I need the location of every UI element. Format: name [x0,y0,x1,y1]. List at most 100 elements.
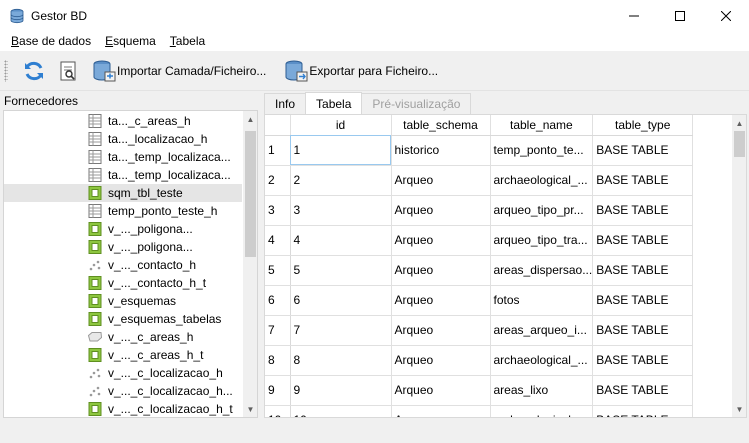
table-row[interactable]: 1 1 historico temp_ponto_te... BASE TABLE [265,135,694,166]
cell-table-name[interactable]: temp_ponto_te... [490,135,594,166]
import-layer-button[interactable]: Importar Camada/Ficheiro... [90,56,268,86]
cell-table-type[interactable]: BASE TABLE [592,195,694,226]
corner-header[interactable] [265,115,291,136]
cell-id[interactable]: 1 [290,135,392,166]
export-file-button[interactable]: Exportar para Ficheiro... [282,56,440,86]
cell-id[interactable]: 9 [290,375,392,406]
cell-id[interactable]: 5 [290,255,392,286]
cell-table-name[interactable]: areas_lixo [490,375,594,406]
row-number[interactable]: 4 [265,225,291,256]
cell-table-schema[interactable]: Arqueo [391,195,491,226]
tree-item[interactable]: v_..._contacto_h [4,256,242,274]
tree-item[interactable]: v_esquemas [4,292,242,310]
table-row[interactable]: 5 5 Arqueo areas_dispersao... BASE TABLE [265,255,694,286]
toolbar-grip[interactable] [4,59,8,82]
tree-item[interactable]: v_..._poligona... [4,238,242,256]
table-scrollbar-thumb[interactable] [734,131,745,157]
row-number[interactable]: 7 [265,315,291,346]
table-scrollbar[interactable]: ▲ ▼ [732,115,746,417]
tree-item-selected[interactable]: sqm_tbl_teste [4,184,242,202]
row-number[interactable]: 5 [265,255,291,286]
cell-table-name[interactable]: arqueo_tipo_tra... [490,225,594,256]
cell-table-schema[interactable]: Arqueo [391,345,491,376]
cell-table-name[interactable]: fotos [490,285,594,316]
tree-scrollbar-thumb[interactable] [245,131,256,257]
table-row[interactable]: 8 8 Arqueo archaeological_... BASE TABLE [265,345,694,376]
cell-table-type[interactable]: BASE TABLE [592,345,694,376]
scroll-up-icon[interactable]: ▲ [732,115,746,131]
cell-id[interactable]: 2 [290,165,392,196]
tree-item[interactable]: v_..._c_localizacao_h_t [4,400,242,417]
tree-item[interactable]: v_..._contacto_h_t [4,274,242,292]
tree-item[interactable]: ta..._temp_localizaca... [4,148,242,166]
cell-id[interactable]: 8 [290,345,392,376]
cell-table-type[interactable]: BASE TABLE [592,255,694,286]
table-row[interactable]: 4 4 Arqueo arqueo_tipo_tra... BASE TABLE [265,225,694,256]
maximize-button[interactable] [657,0,703,31]
tree-item[interactable]: v_..._c_localizacao_h [4,364,242,382]
table-row[interactable]: 7 7 Arqueo areas_arqueo_i... BASE TABLE [265,315,694,346]
cell-table-type[interactable]: BASE TABLE [592,225,694,256]
close-button[interactable] [703,0,749,31]
cell-id[interactable]: 7 [290,315,392,346]
tree-item[interactable]: v_esquemas_tabelas [4,310,242,328]
tree-item[interactable]: ta..._temp_localizaca... [4,166,242,184]
cell-id[interactable]: 4 [290,225,392,256]
tree-item[interactable]: ta..._localizacao_h [4,130,242,148]
column-header-table-name[interactable]: table_name [490,115,594,136]
tree-item[interactable]: v_..._c_localizacao_h... [4,382,242,400]
info-sql-button[interactable] [56,56,80,86]
scroll-down-icon[interactable]: ▼ [732,401,746,417]
cell-table-schema[interactable]: historico [391,135,491,166]
cell-table-schema[interactable]: Arqueo [391,375,491,406]
providers-tree[interactable]: ta..._c_areas_h ta..._localizacao_h ta..… [3,110,258,418]
menu-tabela[interactable]: Tabela [163,31,212,51]
cell-table-type[interactable]: BASE TABLE [592,405,694,417]
cell-table-type[interactable]: BASE TABLE [592,315,694,346]
tree-item[interactable]: v_..._poligona... [4,220,242,238]
row-number[interactable]: 1 [265,135,291,166]
scroll-down-icon[interactable]: ▼ [243,401,257,417]
row-number[interactable]: 9 [265,375,291,406]
cell-table-schema[interactable]: Arqueo [391,255,491,286]
column-header-table-schema[interactable]: table_schema [391,115,491,136]
cell-id[interactable]: 3 [290,195,392,226]
tree-item[interactable]: temp_ponto_teste_h [4,202,242,220]
row-number[interactable]: 8 [265,345,291,376]
tab-tabela[interactable]: Tabela [305,92,363,114]
table-row[interactable]: 6 6 Arqueo fotos BASE TABLE [265,285,694,316]
tree-item[interactable]: v_..._c_areas_h [4,328,242,346]
column-header-id[interactable]: id [290,115,392,136]
row-number[interactable]: 10 [265,405,291,417]
cell-table-schema[interactable]: Arqueo [391,405,491,417]
cell-table-schema[interactable]: Arqueo [391,315,491,346]
cell-table-type[interactable]: BASE TABLE [592,135,694,166]
cell-table-name[interactable]: archaeological_... [490,405,594,417]
cell-id[interactable]: 10 [290,405,392,417]
tab-info[interactable]: Info [264,93,307,114]
table-row[interactable]: 9 9 Arqueo areas_lixo BASE TABLE [265,375,694,406]
menu-esquema[interactable]: Esquema [98,31,163,51]
cell-table-type[interactable]: BASE TABLE [592,285,694,316]
cell-table-schema[interactable]: Arqueo [391,285,491,316]
minimize-button[interactable] [611,0,657,31]
table-row[interactable]: 1010Arqueoarchaeological_...BASE TABLE [265,405,694,417]
cell-table-name[interactable]: archaeological_... [490,165,594,196]
menu-base-de-dados[interactable]: Base de dados [4,31,98,51]
tree-scrollbar[interactable]: ▲ ▼ [243,111,257,417]
cell-table-name[interactable]: archaeological_... [490,345,594,376]
cell-table-name[interactable]: areas_dispersao... [490,255,594,286]
column-header-table-type[interactable]: table_type [592,115,694,136]
refresh-button[interactable] [20,56,48,86]
cell-table-name[interactable]: arqueo_tipo_pr... [490,195,594,226]
cell-table-type[interactable]: BASE TABLE [592,165,694,196]
tree-item[interactable]: ta..._c_areas_h [4,112,242,130]
cell-table-schema[interactable]: Arqueo [391,165,491,196]
tree-item[interactable]: v_..._c_areas_h_t [4,346,242,364]
scroll-up-icon[interactable]: ▲ [243,111,257,127]
cell-table-type[interactable]: BASE TABLE [592,375,694,406]
cell-table-schema[interactable]: Arqueo [391,225,491,256]
table-row[interactable]: 2 2 Arqueo archaeological_... BASE TABLE [265,165,694,196]
table-row[interactable]: 3 3 Arqueo arqueo_tipo_pr... BASE TABLE [265,195,694,226]
row-number[interactable]: 3 [265,195,291,226]
